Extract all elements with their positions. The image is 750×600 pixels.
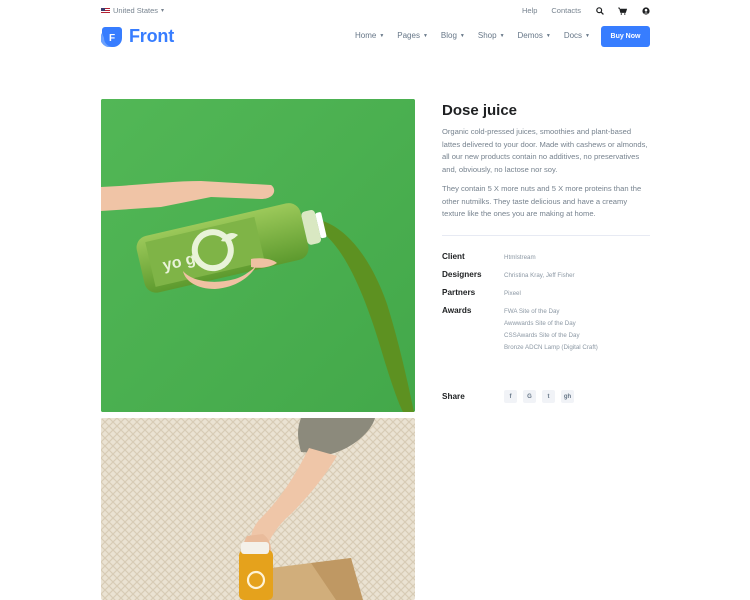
project-title: Dose juice [442, 102, 518, 119]
google-icon[interactable]: G [523, 390, 536, 403]
main-header: F Front Home ▼ Pages ▼ Blog ▼ Shop ▼ Demos ▼ … [100, 24, 650, 50]
chevron-down-icon: ▼ [379, 32, 385, 39]
nav-demos[interactable]: Demos ▼ [518, 31, 551, 40]
chevron-down-icon: ▾ [161, 8, 165, 14]
meta-row-awards: Awards FWA Site of the Day Awwwards Site… [442, 305, 650, 354]
github-icon[interactable]: gh [561, 390, 574, 403]
top-links: Help Contacts [522, 6, 650, 15]
logo-text: Front [129, 25, 174, 46]
project-details: Dose juice Organic cold-pressed juices, … [442, 100, 650, 354]
divider [442, 234, 650, 236]
search-icon[interactable] [595, 6, 604, 15]
chevron-down-icon: ▼ [422, 32, 428, 39]
cart-icon[interactable] [618, 6, 627, 15]
product-photo-rug [101, 418, 415, 600]
nav-home[interactable]: Home ▼ [355, 31, 384, 40]
client-value: Htmlstream [504, 253, 536, 261]
twitter-icon[interactable]: t [542, 390, 555, 403]
client-label: Client [442, 251, 465, 261]
country-selector[interactable]: United States ▾ [101, 6, 164, 15]
help-link[interactable]: Help [522, 6, 537, 15]
main-nav: Home ▼ Pages ▼ Blog ▼ Shop ▼ Demos ▼ Docs ▼ [355, 31, 590, 40]
nav-shop[interactable]: Shop ▼ [478, 31, 505, 40]
award-item: FWA Site of the Day [504, 307, 560, 315]
user-icon[interactable] [641, 6, 650, 15]
meta-row-designers: Designers Christina Kray, Jeff Fisher [442, 269, 650, 287]
designers-label: Designers [442, 269, 482, 279]
chevron-down-icon: ▼ [499, 32, 505, 39]
facebook-icon[interactable]: f [504, 390, 517, 403]
project-meta: Client Htmlstream Designers Christina Kr… [442, 251, 650, 354]
chevron-down-icon: ▼ [585, 32, 590, 39]
svg-text:F: F [109, 33, 115, 44]
meta-row-client: Client Htmlstream [442, 251, 650, 269]
award-item: CSSAwards Site of the Day [504, 331, 580, 339]
share-label: Share [442, 392, 465, 401]
designers-value: Christina Kray, Jeff Fisher [504, 271, 575, 279]
partners-label: Partners [442, 287, 476, 297]
product-photo-green: yo gi [101, 99, 415, 412]
country-label: United States [113, 6, 159, 15]
topbar: United States ▾ Help Contacts [101, 6, 650, 20]
logo-icon: F [100, 25, 123, 48]
nav-blog[interactable]: Blog ▼ [441, 31, 465, 40]
nav-docs[interactable]: Docs ▼ [564, 31, 590, 40]
awards-list: FWA Site of the Day Awwwards Site of the… [504, 305, 598, 354]
contacts-link[interactable]: Contacts [551, 6, 581, 15]
award-item: Awwwards Site of the Day [504, 319, 576, 327]
awards-label: Awards [442, 305, 472, 315]
meta-row-partners: Partners Pixeel [442, 287, 650, 305]
logo[interactable]: F Front [100, 25, 174, 48]
nav-pages[interactable]: Pages ▼ [397, 31, 428, 40]
award-item: Bronze ADCN Lamp (Digital Craft) [504, 343, 598, 351]
share-buttons: f G t gh [504, 390, 574, 403]
partners-value: Pixeel [504, 289, 521, 297]
project-description-2: They contain 5 X more nuts and 5 X more … [442, 184, 642, 218]
buy-now-button[interactable]: Buy Now [601, 26, 650, 47]
chevron-down-icon: ▼ [545, 32, 551, 39]
chevron-down-icon: ▼ [459, 32, 465, 39]
us-flag-icon [101, 7, 110, 14]
project-description: Organic cold-pressed juices, smoothies a… [442, 127, 648, 174]
share-row: Share f G t gh [442, 390, 650, 403]
